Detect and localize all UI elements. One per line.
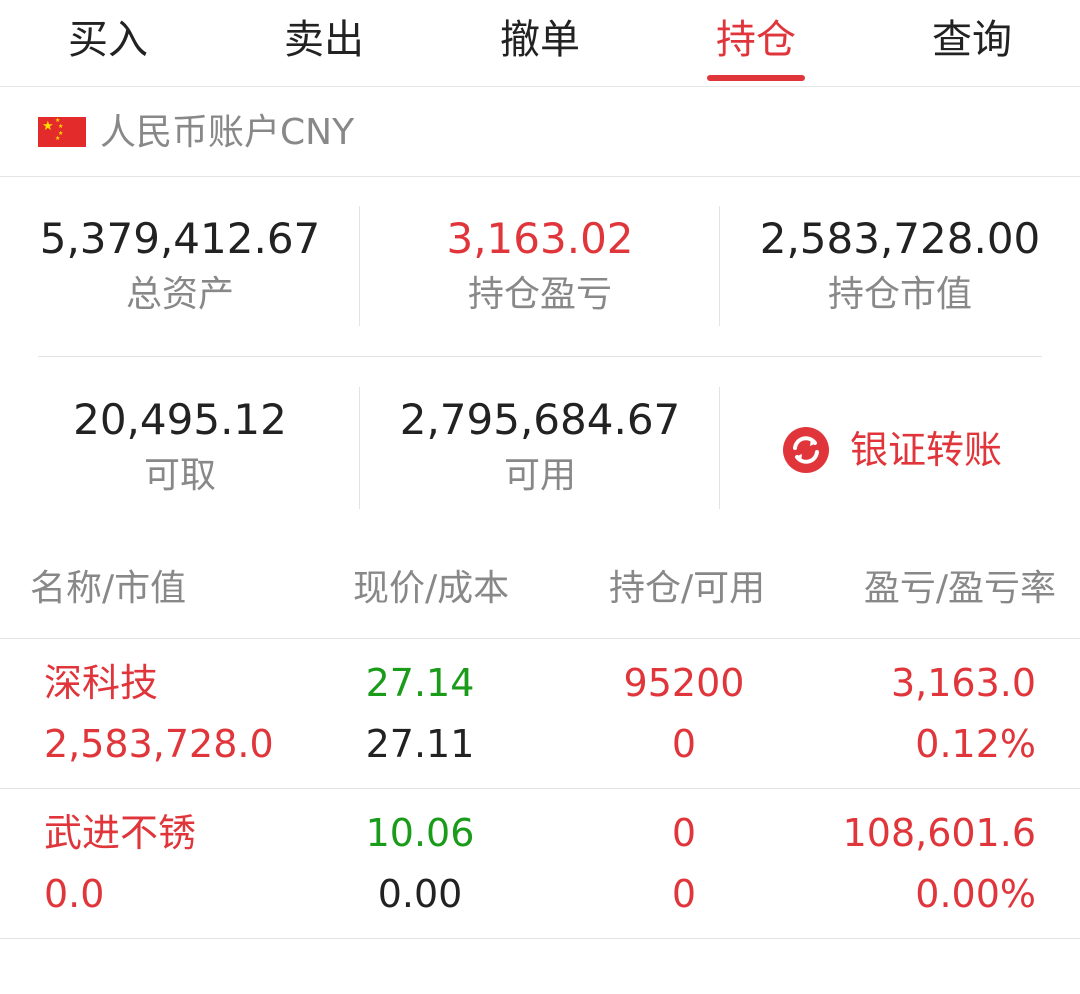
- stock-market-value: 2,583,728.0: [44, 722, 274, 766]
- withdrawable-label: 可取: [143, 455, 216, 496]
- stock-name: 深科技: [44, 661, 159, 705]
- column-header-price: 现价/成本: [353, 568, 510, 609]
- position-qty: 95200: [623, 661, 745, 705]
- total-assets-value: 5,379,412.67: [39, 214, 321, 263]
- available-qty: 0: [671, 722, 697, 766]
- position-market-value: 2,583,728.00: [759, 214, 1041, 263]
- position-pnl-value: 3,163.02: [446, 214, 634, 263]
- cost-price: 27.11: [365, 722, 475, 766]
- pnl-amount: 3,163.0: [890, 661, 1036, 705]
- total-assets-label: 总资产: [125, 274, 234, 315]
- transfer-icon: [783, 427, 829, 473]
- tab-cancel-order[interactable]: 撤单: [432, 10, 648, 70]
- tab-sell[interactable]: 卖出: [216, 10, 432, 70]
- available-label: 可用: [503, 455, 576, 496]
- column-header-position: 持仓/可用: [609, 568, 766, 609]
- pnl-amount: 108,601.6: [842, 811, 1036, 855]
- current-price: 27.14: [365, 661, 475, 705]
- tab-buy[interactable]: 买入: [0, 10, 216, 70]
- divider: [0, 938, 1080, 939]
- stock-name: 武进不锈: [44, 811, 197, 855]
- tab-query[interactable]: 查询: [864, 10, 1080, 70]
- position-market-value-label: 持仓市值: [827, 274, 972, 315]
- tab-positions[interactable]: 持仓: [648, 10, 864, 70]
- table-row[interactable]: 深科技 2,583,728.0 27.14 27.11 95200 0 3,16…: [0, 639, 1080, 788]
- pnl-rate: 0.00%: [915, 872, 1036, 916]
- position-pnl-label: 持仓盈亏: [467, 274, 612, 315]
- account-label: 人民币账户CNY: [100, 112, 355, 153]
- position-qty: 0: [671, 811, 697, 855]
- pnl-rate: 0.12%: [915, 722, 1036, 766]
- available-qty: 0: [671, 872, 697, 916]
- divider: [719, 387, 720, 509]
- table-row[interactable]: 武进不锈 0.0 10.06 0.00 0 0 108,601.6 0.00%: [0, 789, 1080, 938]
- current-price: 10.06: [365, 811, 475, 855]
- transfer-label: 银证转账: [850, 428, 1003, 472]
- available-value: 2,795,684.67: [399, 395, 681, 444]
- column-header-name: 名称/市值: [30, 568, 187, 609]
- withdrawable-value: 20,495.12: [73, 395, 287, 444]
- column-header-pnl: 盈亏/盈亏率: [863, 568, 1056, 609]
- cost-price: 0.00: [377, 872, 463, 916]
- active-tab-indicator: [707, 75, 805, 81]
- china-flag-icon: ★ ★ ★ ★ ★: [38, 117, 86, 147]
- stock-market-value: 0.0: [44, 872, 105, 916]
- divider: [38, 356, 1042, 357]
- top-tab-bar: 买入 卖出 撤单 持仓 查询: [0, 0, 1080, 87]
